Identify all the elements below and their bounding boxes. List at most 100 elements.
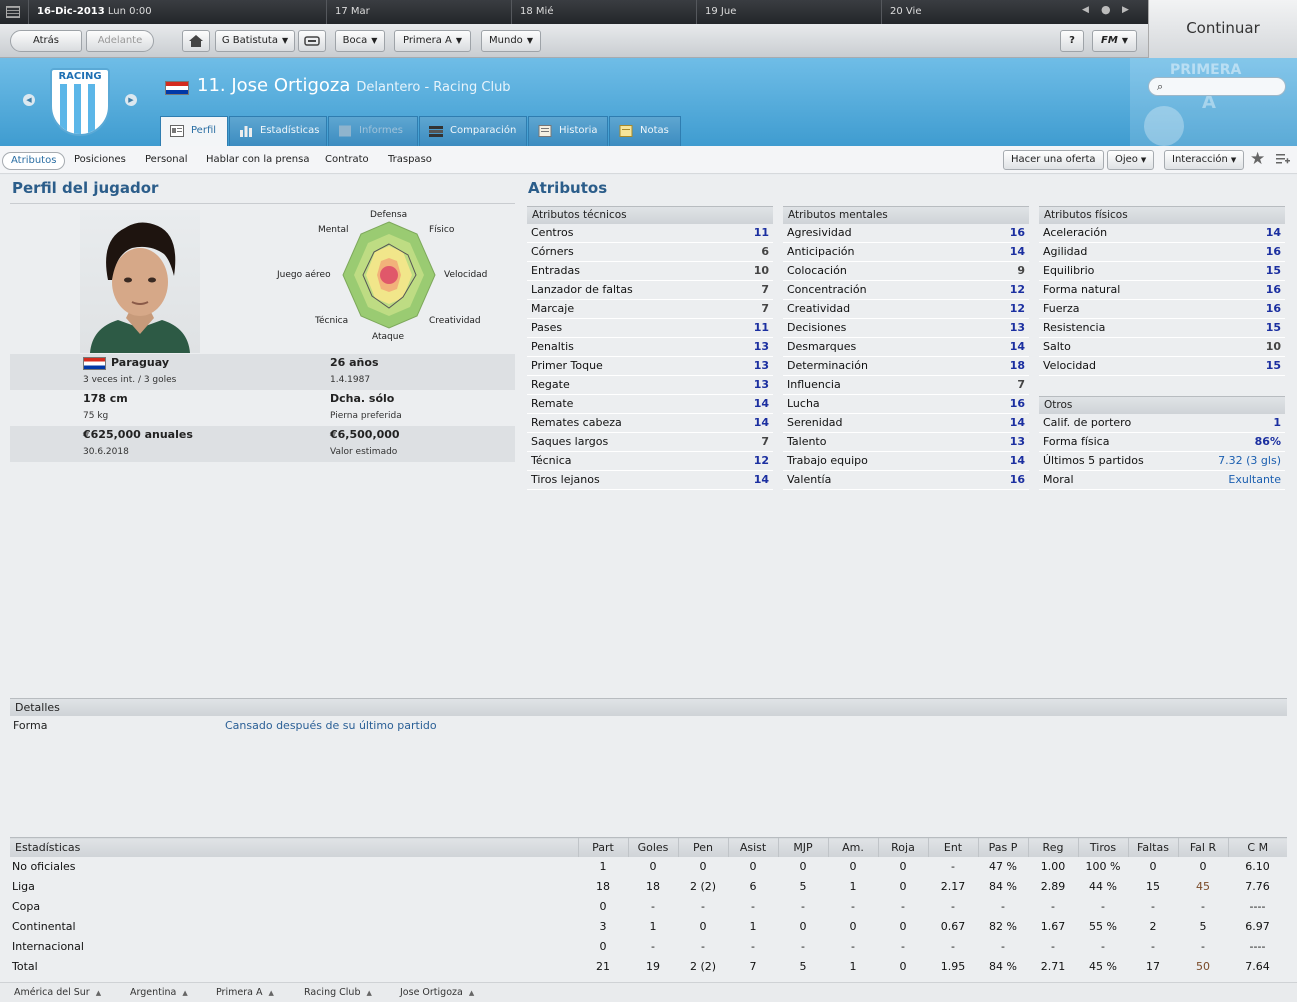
breadcrumb-item[interactable]: Primera A ▲ [216, 984, 274, 1002]
stats-column-header[interactable]: Asist [727, 837, 778, 857]
attribute-name: Aceleración [1043, 226, 1108, 239]
nationality-value[interactable]: Paraguay [111, 356, 169, 369]
next-player-icon[interactable]: ▶ [125, 94, 137, 106]
stats-column-header[interactable]: Goles [627, 837, 678, 857]
stats-column-header[interactable]: C M [1227, 837, 1287, 857]
stats-cell: - [901, 900, 905, 913]
club-crest-icon[interactable]: RACING [50, 68, 110, 136]
calendar-next-icon[interactable]: ▶ [1122, 5, 1129, 15]
stats-cell: 82 % [989, 920, 1017, 933]
profile-section-title: Perfil del jugador [12, 179, 159, 197]
subnav-traspaso[interactable]: Traspaso [380, 152, 440, 170]
interaction-menu-button[interactable]: Interacción ▼ [1164, 150, 1245, 170]
attribute-row: Aceleración 14 [1039, 224, 1285, 243]
stats-cell: 1.95 [940, 960, 966, 973]
fm-menu-button[interactable]: FM ▼ [1092, 30, 1137, 52]
form-status-link[interactable]: Cansado después de su último partido [225, 717, 437, 735]
subnav-personal[interactable]: Personal [137, 152, 196, 170]
attribute-row: Colocación 9 [783, 262, 1029, 281]
tab-estadisticas[interactable]: Estadísticas [229, 116, 327, 146]
stats-column-header[interactable]: Pas P [977, 837, 1028, 857]
calendar-current-day[interactable]: 16-Dic-2013 Lun 0:00 [28, 0, 326, 24]
stats-column-header[interactable]: Tiros [1077, 837, 1128, 857]
tab-perfil[interactable]: Perfil [160, 116, 228, 146]
make-offer-button[interactable]: Hacer una oferta [1003, 150, 1104, 170]
stats-row-label: Liga [12, 880, 35, 893]
tab-historia[interactable]: Historia [528, 116, 608, 146]
search-input[interactable]: ⌕ [1148, 77, 1286, 96]
help-button[interactable]: ? [1060, 30, 1084, 52]
attribute-name: Forma natural [1043, 283, 1121, 296]
attribute-row: Centros 11 [527, 224, 773, 243]
calendar-prev-icon[interactable]: ◀ [1082, 5, 1089, 15]
radar-label: Creatividad [429, 316, 481, 326]
day-name: Mar [350, 6, 370, 17]
tab-informes[interactable]: Informes [328, 116, 418, 146]
subnav-posiciones[interactable]: Posiciones [66, 152, 134, 170]
subnav-atributos[interactable]: Atributos [2, 152, 66, 170]
add-to-list-icon[interactable] [1276, 153, 1290, 166]
stats-column-header[interactable]: Am. [827, 837, 878, 857]
calendar-today-icon[interactable]: ● [1101, 3, 1111, 16]
stats-cell: 2 [1149, 920, 1157, 933]
subnav-hablar-prensa[interactable]: Hablar con la prensa [198, 152, 317, 170]
main-toolbar: Atrás Adelante G Batistuta ▼ Boca ▼ Primer… [0, 24, 1148, 58]
stats-column-header[interactable]: Ent [927, 837, 978, 857]
attribute-name: Penaltis [531, 340, 574, 353]
breadcrumb-item[interactable]: Jose Ortigoza ▲ [400, 984, 474, 1002]
forward-button[interactable]: Adelante [86, 30, 154, 52]
interaction-label: Interacción [1172, 154, 1228, 165]
calendar-day[interactable]: 20 Vie [881, 0, 1071, 24]
stats-cell: 0 [899, 960, 907, 973]
calendar-icon[interactable] [6, 6, 20, 18]
stats-cell: ---- [1249, 940, 1266, 953]
morale-link[interactable]: Exultante [1228, 471, 1281, 489]
calendar-day[interactable]: 18 Mié [511, 0, 696, 24]
stats-column-header[interactable]: Faltas [1127, 837, 1178, 857]
attribute-value: 11 [753, 321, 769, 334]
breadcrumb-item[interactable]: Racing Club ▲ [304, 984, 372, 1002]
stats-cell: 0.67 [940, 920, 966, 933]
stats-cell: 6.97 [1245, 920, 1270, 933]
attribute-row: Trabajo equipo 14 [783, 452, 1029, 471]
manager-menu-button[interactable]: G Batistuta ▼ [215, 30, 295, 52]
stats-cell: 45 % [1089, 960, 1117, 973]
previous-player-icon[interactable]: ◀ [23, 94, 35, 106]
tab-notas[interactable]: Notas [609, 116, 681, 146]
calendar-day[interactable]: 19 Jue [696, 0, 881, 24]
shortlist-star-icon[interactable]: ★ [1250, 149, 1265, 169]
stats-column-header[interactable]: Roja [877, 837, 928, 857]
stats-cell: - [801, 940, 805, 953]
breadcrumb-label: Primera A [216, 987, 263, 998]
inbox-button[interactable] [298, 30, 326, 52]
breadcrumb-item[interactable]: América del Sur ▲ [14, 984, 101, 1002]
stats-column-header[interactable]: Pen [677, 837, 728, 857]
breadcrumb-item[interactable]: Argentina ▲ [130, 984, 188, 1002]
world-menu-button[interactable]: Mundo ▼ [481, 30, 541, 52]
tab-comparacion[interactable]: Comparación [419, 116, 527, 146]
day-name: Mié [535, 6, 554, 17]
attribute-value: 11 [753, 226, 769, 239]
subnav-contrato[interactable]: Contrato [317, 152, 377, 170]
scout-menu-button[interactable]: Ojeo ▼ [1107, 150, 1155, 170]
crest-stripe [88, 84, 95, 134]
stats-column-header[interactable]: Part [577, 837, 628, 857]
continue-button[interactable]: Continuar [1148, 0, 1297, 58]
tab-label: Perfil [191, 125, 217, 136]
league-menu-button[interactable]: Primera A ▼ [394, 30, 471, 52]
player-position-club[interactable]: Delantero - Racing Club [356, 80, 510, 95]
last-matches-link[interactable]: 7.32 (3 gls) [1218, 452, 1281, 470]
attribute-list: Agresividad 16 Anticipación 14 Colocación 9 Co… [783, 224, 1029, 490]
home-button[interactable] [182, 30, 210, 52]
back-button[interactable]: Atrás [10, 30, 82, 52]
stats-column-header[interactable]: Fal R [1177, 837, 1228, 857]
stats-column-header[interactable]: Reg [1027, 837, 1078, 857]
other-attributes-header: Otros [1039, 396, 1285, 414]
attribute-name: Anticipación [787, 245, 855, 258]
calendar-day[interactable]: 17 Mar [326, 0, 511, 24]
club-menu-button[interactable]: Boca ▼ [335, 30, 385, 52]
attribute-value: 86% [1254, 435, 1281, 448]
current-time: Lun 0:00 [107, 6, 152, 17]
stats-column-header[interactable]: MJP [777, 837, 828, 857]
attribute-row: Creatividad 12 [783, 300, 1029, 319]
